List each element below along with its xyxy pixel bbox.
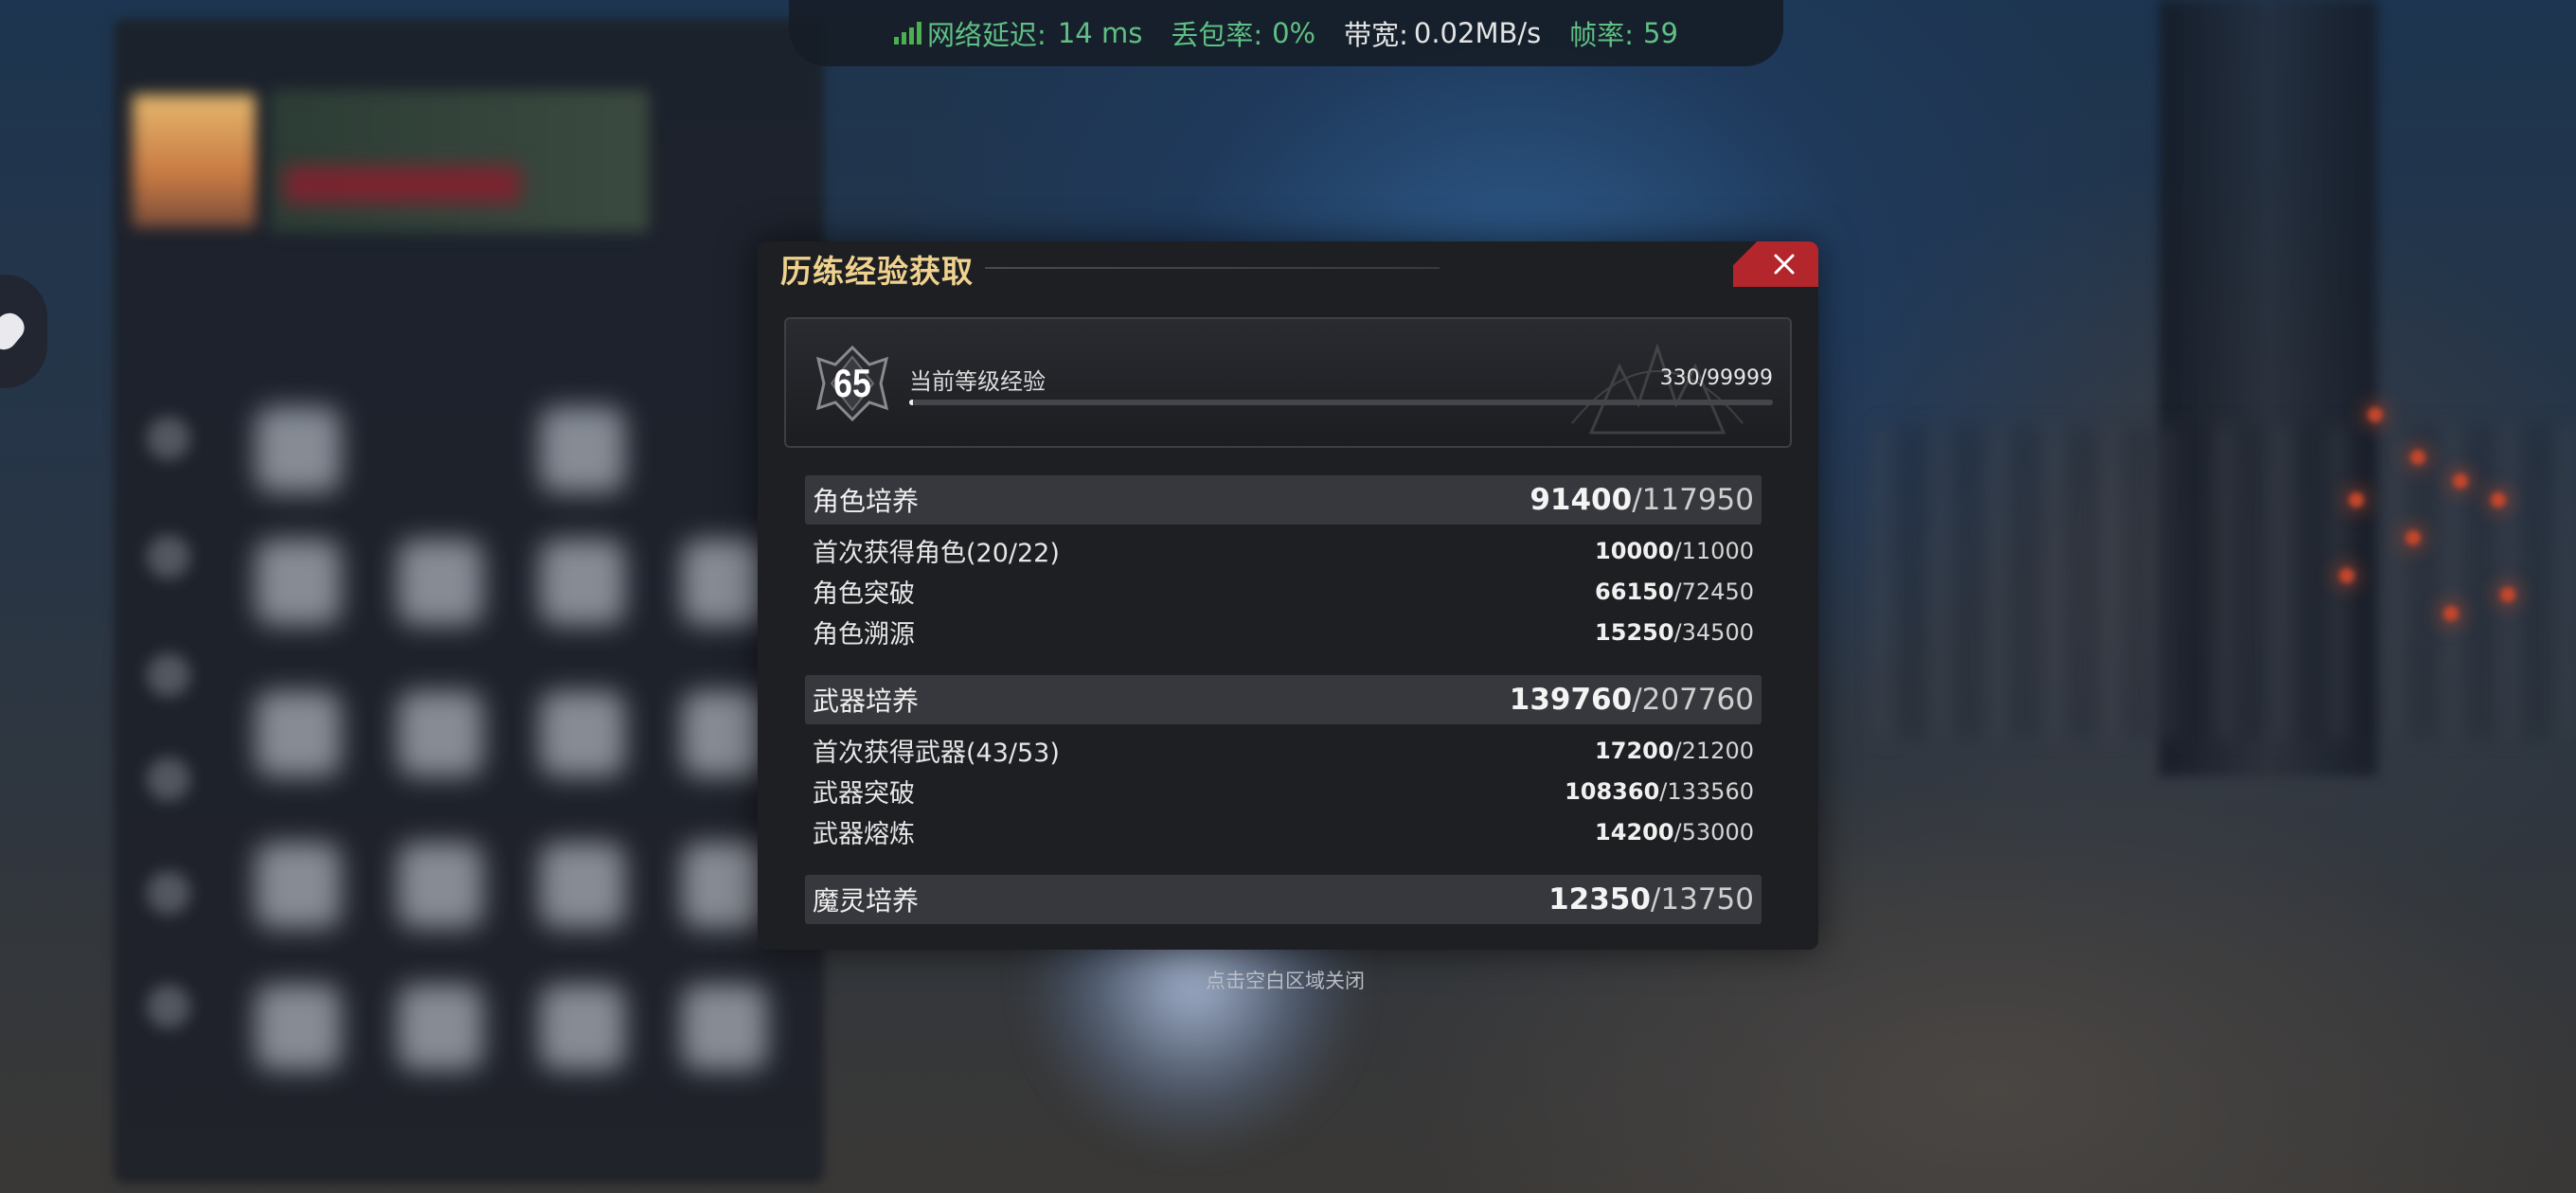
frame-rate-label: 帧率:	[1569, 19, 1635, 51]
frame-rate-value: 59	[1643, 17, 1678, 49]
dialog-header: 历练经验获取	[758, 241, 1818, 290]
blurred-banner-accent	[284, 166, 521, 204]
section-total: 13750	[1660, 882, 1754, 917]
exp-row: 首次获得角色(20/22) 10000/11000	[813, 530, 1754, 571]
exp-row-total: 133560	[1667, 777, 1754, 805]
exp-row-separator: /	[1673, 537, 1682, 564]
exp-row-value: 14200/53000	[1595, 819, 1754, 846]
exp-row-total: 72450	[1681, 578, 1754, 605]
level-number: 65	[833, 361, 871, 405]
exp-row-separator: /	[1673, 618, 1682, 646]
exp-row-total: 34500	[1681, 618, 1754, 646]
close-x-icon	[1774, 254, 1795, 275]
bandwidth-value: 0.02MB/s	[1413, 17, 1542, 49]
section-current: 12350	[1548, 882, 1651, 917]
section-rows: 首次获得武器(43/53) 17200/21200 武器突破 108360/13356…	[805, 724, 1762, 862]
section-name: 角色培养	[813, 486, 920, 517]
section-separator: /	[1650, 882, 1661, 917]
section-value: 91400/117950	[1530, 483, 1754, 517]
exp-row-name: 角色突破	[813, 579, 915, 609]
exp-row-total: 53000	[1681, 818, 1754, 846]
packet-loss-value: 0%	[1272, 17, 1316, 49]
background-railing	[1875, 426, 2576, 739]
section-value: 12350/13750	[1548, 882, 1754, 917]
network-latency: 网络延迟: 14 ms	[894, 13, 1142, 53]
section-header: 角色培养 91400/117950	[805, 475, 1762, 525]
section-current: 139760	[1509, 683, 1633, 717]
exp-row-current: 10000	[1595, 537, 1674, 564]
exp-row: 武器熔炼 14200/53000	[813, 811, 1754, 852]
packet-loss-label: 丢包率:	[1171, 19, 1263, 51]
exp-row-name: 武器熔炼	[813, 820, 915, 849]
exp-row-name: 武器突破	[813, 779, 915, 809]
experience-source-dialog: 历练经验获取 65 当前等级经验 330/99999 角色培养 91400/117…	[758, 241, 1818, 950]
level-exp-value: 330/99999	[1659, 366, 1773, 390]
level-emblem: 65	[814, 346, 890, 421]
exp-row-total: 11000	[1681, 537, 1754, 564]
exp-row-value: 66150/72450	[1595, 579, 1754, 605]
close-button[interactable]	[1733, 241, 1818, 287]
frame-rate: 帧率: 59	[1569, 13, 1678, 53]
exp-row-total: 21200	[1681, 737, 1754, 764]
section-rows: 首次获得角色(20/22) 10000/11000 角色突破 66150/72450 角…	[805, 525, 1762, 662]
level-exp-label: 当前等级经验	[909, 368, 1046, 395]
blurred-portrait	[133, 95, 256, 227]
blurred-banner	[270, 90, 649, 232]
section-total: 117950	[1641, 483, 1754, 517]
exp-row-value: 10000/11000	[1595, 538, 1754, 564]
section-separator: /	[1632, 683, 1642, 717]
exp-row-current: 17200	[1595, 737, 1674, 764]
exp-row-current: 15250	[1595, 618, 1674, 646]
exp-row-value: 17200/21200	[1595, 738, 1754, 764]
section-current: 91400	[1530, 483, 1633, 517]
close-hint[interactable]: 点击空白区域关闭	[0, 966, 2574, 994]
packet-loss: 丢包率: 0%	[1171, 13, 1315, 53]
section-separator: /	[1632, 483, 1642, 517]
exp-row: 角色溯源 15250/34500	[813, 612, 1754, 652]
exp-row-current: 108360	[1565, 777, 1660, 805]
close-hint-text: 点击空白区域关闭	[1206, 970, 1365, 992]
exp-row-name: 首次获得武器(43/53)	[813, 739, 1060, 768]
section-header: 魔灵培养 12350/13750	[805, 875, 1762, 924]
section-value: 139760/207760	[1510, 683, 1754, 717]
exp-row-separator: /	[1673, 818, 1682, 846]
section-total: 207760	[1641, 683, 1754, 717]
exp-row-value: 108360/133560	[1565, 778, 1754, 805]
signal-bars-icon	[894, 22, 922, 45]
exp-row: 首次获得武器(43/53) 17200/21200	[813, 730, 1754, 771]
latency-label: 网络延迟:	[927, 19, 1046, 51]
exp-row: 武器突破 108360/133560	[813, 771, 1754, 811]
section-name: 魔灵培养	[813, 885, 920, 917]
network-status-bar: 网络延迟: 14 ms 丢包率: 0% 带宽: 0.02MB/s 帧率: 59	[789, 0, 1783, 66]
current-level-panel: 65 当前等级经验 330/99999	[784, 317, 1792, 448]
bandwidth-label: 带宽:	[1344, 19, 1408, 51]
exp-row: 角色突破 66150/72450	[813, 571, 1754, 612]
experience-sections: 角色培养 91400/117950 首次获得角色(20/22) 10000/11000…	[805, 475, 1762, 924]
bandwidth: 带宽: 0.02MB/s	[1344, 13, 1541, 53]
exp-progress-fill	[909, 400, 913, 405]
section-name: 武器培养	[813, 686, 920, 717]
exp-row-separator: /	[1673, 737, 1682, 764]
title-divider	[985, 267, 1440, 269]
exp-row-current: 14200	[1595, 818, 1674, 846]
exp-row-value: 15250/34500	[1595, 619, 1754, 646]
exp-progress-bar	[909, 400, 1773, 405]
latency-value: 14 ms	[1057, 17, 1143, 49]
exp-row-name: 首次获得角色(20/22)	[813, 539, 1060, 568]
exp-row-name: 角色溯源	[813, 620, 915, 650]
dialog-title: 历练经验获取	[780, 253, 974, 290]
section-header: 武器培养 139760/207760	[805, 675, 1762, 724]
exp-row-current: 66150	[1595, 578, 1674, 605]
exp-row-separator: /	[1673, 578, 1682, 605]
